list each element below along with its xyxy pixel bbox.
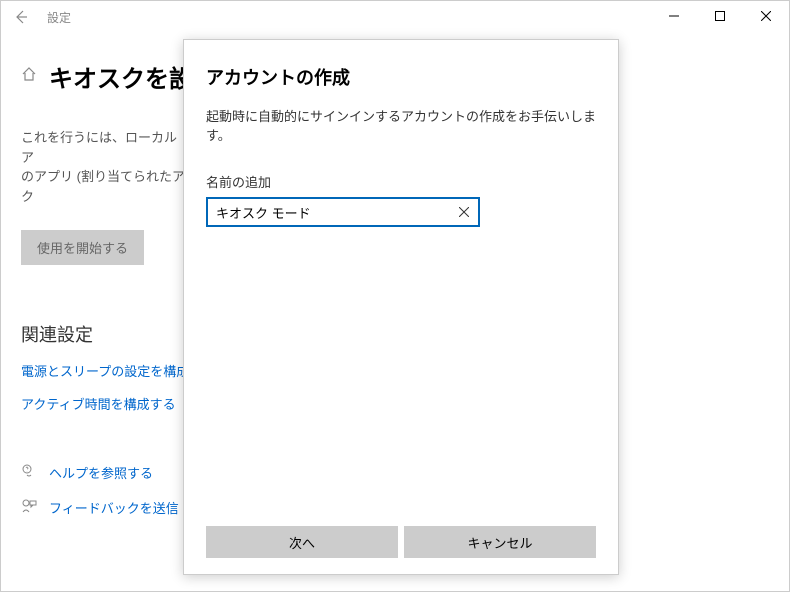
minimize-icon [669,11,679,21]
maximize-icon [715,11,725,21]
dialog-title: アカウントの作成 [206,64,596,90]
page-desc-line1: これを行うには、ローカル ア [21,130,177,165]
clear-input-button[interactable] [454,202,474,222]
home-icon [21,66,37,87]
back-arrow-icon [13,9,29,25]
feedback-label: フィードバックを送信 [49,498,179,517]
page-description: これを行うには、ローカル ア のアプリ (割り当てられたアク [21,128,191,206]
maximize-button[interactable] [697,1,743,31]
start-button[interactable]: 使用を開始する [21,230,144,265]
page-desc-line2: のアプリ (割り当てられたアク [21,169,185,204]
back-button[interactable] [1,1,41,33]
titlebar: 設定 [1,1,789,33]
clear-icon [459,207,469,217]
page-title: キオスクを設 [49,59,193,94]
window-controls [651,1,789,31]
name-field-label: 名前の追加 [206,172,596,191]
help-icon [21,463,39,482]
name-input[interactable] [206,197,480,227]
next-button[interactable]: 次へ [206,526,398,558]
name-input-wrap [206,191,480,227]
dialog-description: 起動時に自動的にサインインするアカウントの作成をお手伝いします。 [206,106,596,144]
dialog-buttons: 次へ キャンセル [206,526,596,558]
feedback-icon [21,498,39,517]
create-account-dialog: アカウントの作成 起動時に自動的にサインインするアカウントの作成をお手伝いします… [183,39,619,575]
close-icon [761,11,771,21]
settings-window: 設定 キオスクを設 これを行うには、ローカル ア のアプリ (割り当てられたアク… [0,0,790,592]
help-label: ヘルプを参照する [49,463,153,482]
minimize-button[interactable] [651,1,697,31]
close-button[interactable] [743,1,789,31]
app-title: 設定 [47,9,71,26]
cancel-button[interactable]: キャンセル [404,526,596,558]
